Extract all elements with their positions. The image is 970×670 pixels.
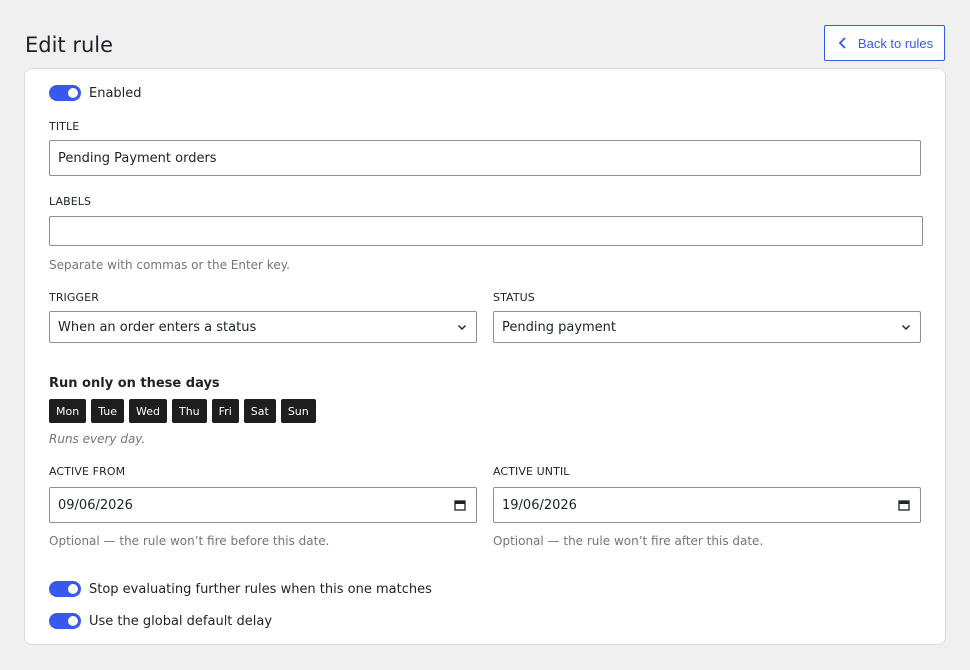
active-until-input[interactable]: 19/06/2026 xyxy=(493,487,921,523)
day-fri[interactable]: Fri xyxy=(211,399,239,423)
back-to-rules-label: Back to rules xyxy=(857,35,934,51)
stop-evaluating-toggle[interactable] xyxy=(49,581,81,597)
chevron-left-icon xyxy=(838,37,846,49)
day-mon[interactable]: Mon xyxy=(49,399,87,423)
calendar-icon[interactable] xyxy=(454,499,466,511)
active-from-input[interactable]: 09/06/2026 xyxy=(49,487,477,523)
labels-label: LABELS xyxy=(49,195,92,208)
status-select[interactable]: Pending payment xyxy=(493,311,921,343)
day-wed[interactable]: Wed xyxy=(129,399,167,423)
active-from-label: ACTIVE FROM xyxy=(49,465,126,478)
day-chips: Mon Tue Wed Thu Fri Sat Sun xyxy=(49,399,316,423)
stop-evaluating-row: Stop evaluating further rules when this … xyxy=(49,581,432,597)
title-label: TITLE xyxy=(49,120,80,133)
day-sat[interactable]: Sat xyxy=(243,399,276,423)
day-thu[interactable]: Thu xyxy=(171,399,207,423)
calendar-icon[interactable] xyxy=(898,499,910,511)
page-title: Edit rule xyxy=(25,33,114,57)
days-help: Runs every day. xyxy=(49,432,146,446)
stop-evaluating-label: Stop evaluating further rules when this … xyxy=(89,581,432,597)
active-until-label: ACTIVE UNTIL xyxy=(493,465,570,478)
title-input-value: Pending Payment orders xyxy=(58,150,217,166)
active-until-value: 19/06/2026 xyxy=(502,497,577,513)
labels-input[interactable] xyxy=(49,216,923,246)
global-delay-label: Use the global default delay xyxy=(89,613,273,629)
global-delay-row: Use the global default delay xyxy=(49,613,272,629)
trigger-select-value: When an order enters a status xyxy=(58,319,257,335)
enabled-label: Enabled xyxy=(89,85,142,101)
status-label: STATUS xyxy=(493,291,535,304)
trigger-select[interactable]: When an order enters a status xyxy=(49,311,477,343)
labels-help: Separate with commas or the Enter key. xyxy=(49,258,290,272)
title-input[interactable]: Pending Payment orders xyxy=(49,140,921,176)
day-sun[interactable]: Sun xyxy=(280,399,316,423)
day-tue[interactable]: Tue xyxy=(91,399,124,423)
active-from-help: Optional — the rule won’t fire before th… xyxy=(49,534,330,548)
global-delay-toggle[interactable] xyxy=(49,613,81,629)
rule-form-card: Enabled TITLE Pending Payment orders LAB… xyxy=(24,68,946,645)
days-section-title: Run only on these days xyxy=(49,376,220,391)
status-select-value: Pending payment xyxy=(502,319,617,335)
chevron-down-icon xyxy=(458,325,466,330)
trigger-label: TRIGGER xyxy=(49,291,99,304)
active-from-value: 09/06/2026 xyxy=(58,497,133,513)
chevron-down-icon xyxy=(902,325,910,330)
enabled-toggle[interactable] xyxy=(49,85,81,101)
active-until-help: Optional — the rule won’t fire after thi… xyxy=(493,534,764,548)
back-to-rules-button[interactable]: Back to rules xyxy=(824,25,945,61)
enabled-row: Enabled xyxy=(49,85,142,101)
